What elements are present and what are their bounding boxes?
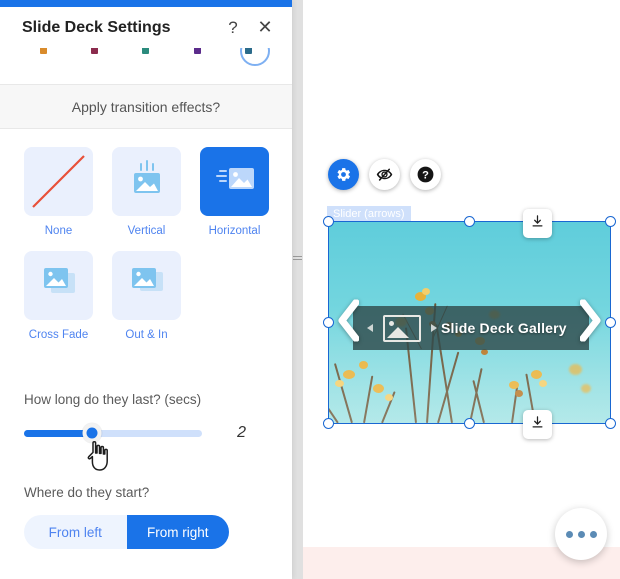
cross-fade-icon (37, 263, 81, 308)
chevron-left-icon (337, 298, 360, 345)
svg-text:?: ? (422, 170, 429, 182)
gutter-grip-icon (293, 254, 302, 261)
duration-value: 2 (237, 424, 246, 441)
transition-option-label: Vertical (127, 225, 166, 237)
settings-gear-button[interactable] (328, 159, 359, 190)
out-and-in-icon (125, 263, 169, 308)
help-question-icon: ? (416, 165, 435, 184)
direction-label: Where do they start? (24, 485, 150, 500)
transition-row-2: Cross Fade Out & In (0, 251, 292, 341)
more-dot-icon (589, 530, 597, 538)
resize-handle-top-center[interactable] (464, 216, 475, 227)
transition-option-cross-fade[interactable]: Cross Fade (24, 251, 93, 341)
design-canvas[interactable]: ? Slider (arrows) Slide Deck Gallery (303, 0, 620, 579)
more-options-button[interactable] (555, 508, 607, 560)
resize-handle-middle-right[interactable] (605, 317, 616, 328)
direction-segmented-control: From left From right (24, 515, 229, 549)
resize-handle-bottom-center[interactable] (464, 418, 475, 429)
transition-tile-box (24, 251, 93, 320)
duration-slider[interactable]: 2 (24, 423, 268, 443)
vertical-transition-icon (126, 158, 168, 205)
duration-label: How long do they last? (secs) (24, 392, 202, 407)
slide-image: Slide Deck Gallery (329, 222, 610, 423)
resize-handle-bottom-left[interactable] (323, 418, 334, 429)
settings-panel: Slide Deck Settings ? ✕ Apply transition… (0, 0, 292, 579)
resize-handle-top-right[interactable] (605, 216, 616, 227)
mouse-cursor (86, 440, 112, 477)
transition-tile-box (112, 251, 181, 320)
transition-tile-box (24, 147, 93, 216)
direction-option-from-right[interactable]: From right (126, 515, 229, 549)
section-header: Apply transition effects? (0, 85, 292, 129)
transition-options: None Vertical Horizontal Cross Fade Out … (0, 129, 292, 355)
more-dot-icon (565, 530, 573, 538)
transition-option-label: Horizontal (208, 225, 261, 237)
transition-option-vertical[interactable]: Vertical (112, 147, 181, 237)
horizontal-transition-icon (213, 158, 257, 205)
more-dot-icon (577, 530, 585, 538)
transition-tile-box (112, 147, 181, 216)
page-title: Slide Deck Settings (22, 18, 171, 36)
transition-option-label: None (44, 225, 73, 237)
transition-option-horizontal[interactable]: Horizontal (200, 147, 269, 237)
direction-field: Where do they start? From left From righ… (0, 485, 292, 549)
no-transition-icon (32, 155, 85, 208)
resize-handle-middle-left[interactable] (323, 317, 334, 328)
settings-gear-icon (335, 166, 352, 183)
insert-below-button[interactable] (523, 410, 552, 439)
resize-handle-bottom-right[interactable] (605, 418, 616, 429)
caption-next-arrow-icon (431, 324, 437, 332)
floating-toolbar: ? (328, 159, 441, 190)
panel-header: Slide Deck Settings ? ✕ (0, 7, 292, 48)
hide-preview-button[interactable] (369, 159, 400, 190)
slide-caption-bar: Slide Deck Gallery (353, 306, 589, 350)
transition-option-label: Cross Fade (28, 329, 89, 341)
transition-option-none[interactable]: None (24, 147, 93, 237)
slide-caption-text: Slide Deck Gallery (441, 320, 567, 336)
scrolled-previous-row (0, 48, 292, 85)
download-icon (530, 415, 545, 435)
resize-handle-top-left[interactable] (323, 216, 334, 227)
caption-prev-arrow-icon (367, 324, 373, 332)
direction-option-from-left[interactable]: From left (24, 515, 127, 549)
panel-resize-gutter[interactable] (292, 0, 303, 579)
hide-eye-icon (375, 165, 394, 184)
slide-prev-button[interactable] (337, 298, 360, 346)
close-icon[interactable]: ✕ (252, 15, 278, 41)
transition-tile-box (200, 147, 269, 216)
duration-field: How long do they last? (secs) 2 (0, 392, 292, 443)
transition-option-label: Out & In (125, 329, 168, 341)
download-icon (530, 214, 545, 234)
slider-handle[interactable] (82, 423, 102, 443)
panel-accent-bar (0, 0, 292, 7)
selected-slider-element[interactable]: Slide Deck Gallery (323, 216, 616, 429)
transition-row-1: None Vertical Horizontal (0, 147, 292, 237)
help-icon[interactable]: ? (220, 15, 246, 41)
slider-track[interactable] (24, 423, 202, 443)
slide-next-button[interactable] (579, 298, 602, 346)
insert-above-button[interactable] (523, 209, 552, 238)
image-placeholder-icon (383, 314, 421, 342)
app-root: ? Slider (arrows) Slide Deck Gallery Sli… (0, 0, 620, 579)
chevron-right-icon (579, 298, 602, 345)
help-button[interactable]: ? (410, 159, 441, 190)
transition-option-out-and-in[interactable]: Out & In (112, 251, 181, 341)
